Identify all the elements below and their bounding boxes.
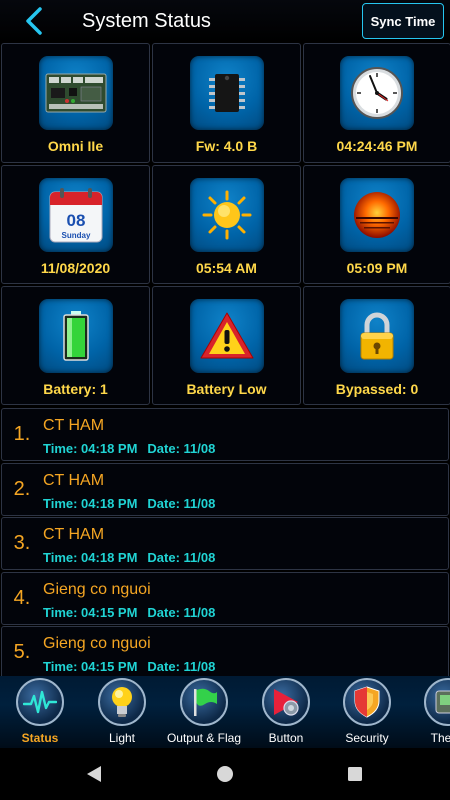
thermostat-icon <box>424 678 450 726</box>
padlock-icon <box>340 299 414 373</box>
button-icon <box>262 678 310 726</box>
battery-icon <box>38 299 113 373</box>
controller-time-label: 04:24:46 PM <box>336 138 418 154</box>
event-log-list[interactable]: 1. CT HAM Time: 04:18 PM Date: 11/08 2. C… <box>0 408 450 676</box>
tile-time[interactable]: 04:24:46 PM <box>303 43 450 163</box>
tile-controller[interactable]: Omni IIe <box>1 43 150 163</box>
event-name: Gieng co nguoi <box>43 580 151 598</box>
event-row[interactable]: 3. CT HAM Time: 04:18 PM Date: 11/08 <box>1 517 449 571</box>
tab-light[interactable]: Light <box>84 678 160 745</box>
bottom-tab-bar: Status Light Output & Flag Button Securi… <box>0 676 450 748</box>
bulb-icon <box>98 678 146 726</box>
tab-thermostat[interactable]: Therm <box>410 678 450 745</box>
controller-board-icon <box>38 56 113 130</box>
tab-label: Output & Flag <box>166 731 242 745</box>
event-time: Time: 04:18 PM <box>43 495 138 511</box>
event-number: 3. <box>13 532 31 555</box>
tab-security[interactable]: Security <box>329 678 405 745</box>
tab-status[interactable]: Status <box>2 678 78 745</box>
event-row[interactable]: 2. CT HAM Time: 04:18 PM Date: 11/08 <box>1 462 449 516</box>
event-date: Date: 11/08 <box>147 604 216 620</box>
triangle-back-icon <box>87 766 101 782</box>
nav-home-button[interactable] <box>215 764 235 784</box>
event-meta: Time: 04:18 PM Date: 11/08 <box>43 441 215 456</box>
system-nav-bar <box>0 748 450 800</box>
tile-firmware[interactable]: Fw: 4.0 B <box>152 43 301 163</box>
flag-icon <box>180 678 228 726</box>
tab-label: Light <box>108 731 136 745</box>
square-recents-icon <box>348 767 362 781</box>
event-name: CT HAM <box>43 417 105 434</box>
sunrise-icon <box>189 178 264 252</box>
calendar-icon: 08 Sunday <box>38 178 113 252</box>
tile-battery-status[interactable]: Battery Low <box>152 286 301 405</box>
bypassed-count-label: Bypassed: 0 <box>335 381 419 397</box>
event-row[interactable]: 1. CT HAM Time: 04:18 PM Date: 11/08 <box>1 408 449 461</box>
event-number: 4. <box>13 586 31 609</box>
clock-icon <box>340 56 414 130</box>
pulse-icon <box>16 678 64 726</box>
status-grid: Omni IIe Fw: 4.0 B 04:24:46 PM 08 Sunday… <box>0 43 450 407</box>
tile-sunrise[interactable]: 05:54 AM <box>152 165 301 284</box>
back-button[interactable] <box>14 0 54 42</box>
event-meta: Time: 04:15 PM Date: 11/08 <box>43 659 215 674</box>
shield-icon <box>343 678 391 726</box>
chip-icon <box>189 56 264 130</box>
firmware-version-label: Fw: 4.0 B <box>195 138 258 154</box>
controller-model-label: Omni IIe <box>47 138 104 154</box>
tab-label: Status <box>21 731 59 745</box>
sunrise-time-label: 05:54 AM <box>196 260 257 276</box>
event-number: 5. <box>13 641 31 664</box>
event-row[interactable]: 5. Gieng co nguoi Time: 04:15 PM Date: 11… <box>1 626 449 676</box>
event-time: Time: 04:18 PM <box>43 550 138 566</box>
tab-label: Button <box>268 731 304 745</box>
event-name: CT HAM <box>43 471 105 489</box>
nav-recents-button[interactable] <box>345 764 365 784</box>
event-name: CT HAM <box>43 526 105 544</box>
event-row[interactable]: 4. Gieng co nguoi Time: 04:15 PM Date: 11… <box>1 571 449 625</box>
controller-date-label: 11/08/2020 <box>40 260 111 276</box>
tab-label: Therm <box>430 731 450 745</box>
tile-battery[interactable]: Battery: 1 <box>1 286 150 405</box>
tab-output-flag[interactable]: Output & Flag <box>166 678 242 745</box>
tab-button[interactable]: Button <box>248 678 324 745</box>
app-header: System Status Sync Time <box>0 0 450 42</box>
battery-status-label: Battery Low <box>186 381 267 397</box>
back-arrow-icon <box>26 7 42 35</box>
calendar-day: 08 <box>66 211 85 230</box>
sunset-time-label: 05:09 PM <box>346 260 408 276</box>
tile-date[interactable]: 08 Sunday 11/08/2020 <box>1 165 150 284</box>
tile-sunset[interactable]: 05:09 PM <box>303 165 450 284</box>
event-name: Gieng co nguoi <box>43 635 151 653</box>
tab-label: Security <box>345 731 389 745</box>
event-date: Date: 11/08 <box>147 659 216 675</box>
event-time: Time: 04:15 PM <box>43 604 138 620</box>
event-meta: Time: 04:15 PM Date: 11/08 <box>43 605 215 620</box>
battery-level-label: Battery: 1 <box>43 381 108 397</box>
event-date: Date: 11/08 <box>147 441 216 456</box>
sync-time-button[interactable]: Sync Time <box>362 3 444 39</box>
event-time: Time: 04:15 PM <box>43 659 138 675</box>
event-meta: Time: 04:18 PM Date: 11/08 <box>43 550 215 565</box>
event-number: 1. <box>13 423 31 445</box>
event-date: Date: 11/08 <box>147 495 216 511</box>
event-time: Time: 04:18 PM <box>43 441 138 456</box>
event-meta: Time: 04:18 PM Date: 11/08 <box>43 496 215 511</box>
circle-home-icon <box>217 766 233 782</box>
warning-icon <box>189 299 264 373</box>
page-title: System Status <box>82 9 211 32</box>
sunset-icon <box>340 178 414 252</box>
event-date: Date: 11/08 <box>147 550 216 566</box>
calendar-weekday: Sunday <box>61 231 90 240</box>
nav-back-button[interactable] <box>84 764 104 784</box>
tile-bypassed[interactable]: Bypassed: 0 <box>303 286 450 405</box>
event-number: 2. <box>13 477 31 500</box>
